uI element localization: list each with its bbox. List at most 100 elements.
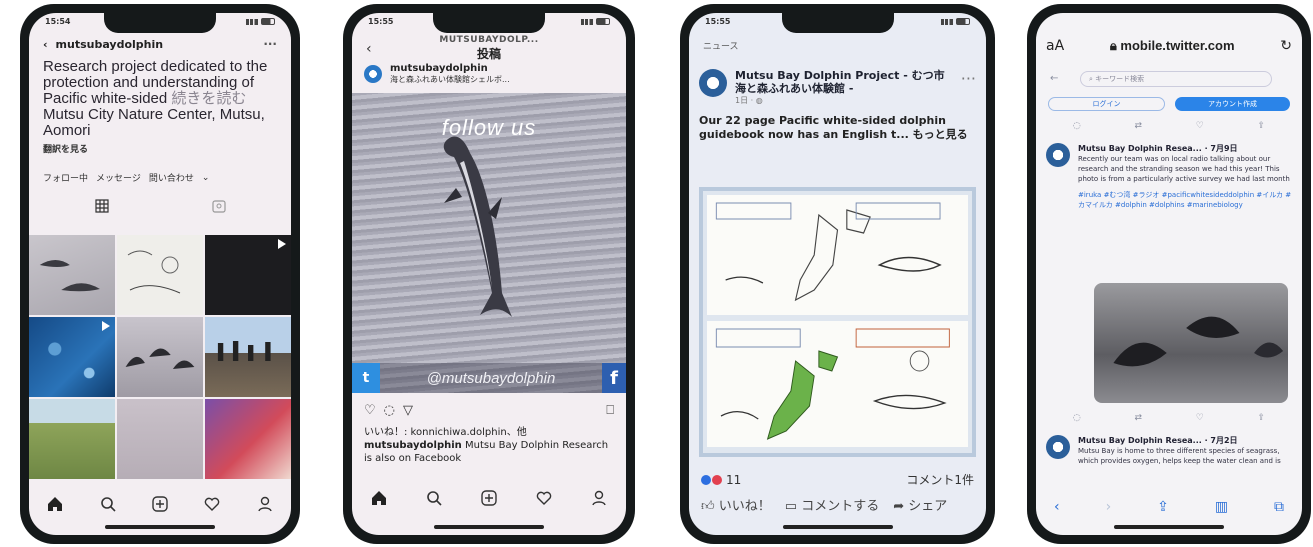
reader-aa-button[interactable]: aA <box>1046 38 1064 54</box>
bookmarks-icon[interactable]: ▥ <box>1215 499 1228 515</box>
post-image[interactable]: follow us t @mutsubaydolphin f <box>352 93 626 393</box>
tweet-author: Mutsu Bay Dolphin Resea... · 7月2日 <box>1078 436 1238 445</box>
reply-icon[interactable]: ◌ <box>1073 121 1081 131</box>
phone-screen: 15:54 ‹ mutsubaydolphin ··· Research pro… <box>29 13 291 535</box>
caption-username[interactable]: mutsubaydolphin <box>364 440 462 451</box>
search-icon[interactable] <box>99 495 117 517</box>
back-icon[interactable]: ‹ <box>366 41 372 57</box>
page-name[interactable]: Mutsu Bay Dolphin Project - むつ市海と森ふれあい体験… <box>735 69 953 95</box>
bio-location: Mutsu City Nature Center, Mutsu, Aomori <box>43 106 265 139</box>
retweet-icon[interactable]: ⇄ <box>1134 413 1142 423</box>
phone-screen: aA 🔒︎ mobile.twitter.com ↻ ← ⌕ キーワード検索 ロ… <box>1036 13 1302 535</box>
post-thumbnail[interactable] <box>29 399 115 479</box>
avatar[interactable] <box>364 65 382 83</box>
post-grid <box>29 235 291 479</box>
post-image[interactable] <box>699 187 976 457</box>
tweet-hashtags[interactable]: #iruka #むつ湾 #ラジオ #pacificwhitesideddolph… <box>1078 190 1292 210</box>
share-icon[interactable]: ▽ <box>403 403 413 418</box>
home-icon[interactable] <box>46 495 64 517</box>
login-button[interactable]: ログイン <box>1048 97 1165 111</box>
back-icon[interactable]: ‹ <box>1054 499 1060 515</box>
heart-icon[interactable] <box>535 489 553 511</box>
post-stats: 11 コメント1件 <box>701 471 974 488</box>
post-thumbnail[interactable] <box>29 235 115 315</box>
post-time: 1日 · <box>735 96 756 105</box>
profile-icon[interactable] <box>256 495 274 517</box>
comment-icon[interactable]: ◌ <box>384 403 395 418</box>
reply-icon[interactable]: ◌ <box>1073 413 1081 423</box>
bookmark-icon[interactable]: ⎕ <box>606 403 614 418</box>
tweet[interactable]: Mutsu Bay Dolphin Resea... · 7月2日 Mutsu … <box>1046 435 1292 466</box>
post-thumbnail[interactable] <box>117 317 203 397</box>
post-thumbnail[interactable] <box>205 399 291 479</box>
post-thumbnail[interactable] <box>205 235 291 315</box>
home-indicator <box>1114 525 1224 529</box>
reaction-count[interactable]: 11 <box>726 473 741 487</box>
map-sketch <box>715 202 942 302</box>
like-label: いいね！ <box>718 499 771 514</box>
add-post-icon[interactable] <box>480 489 498 511</box>
home-icon[interactable] <box>370 489 388 511</box>
post-thumbnail[interactable] <box>117 235 203 315</box>
comment-button[interactable]: ▭ コメントする <box>785 495 879 514</box>
post-thumbnail[interactable] <box>117 399 203 479</box>
profile-icon[interactable] <box>590 489 608 511</box>
post-author[interactable]: mutsubaydolphin 海と森ふれあい体験館シェルボ... <box>364 63 614 85</box>
phone-screen: 15:55 ニュース Mutsu Bay Dolphin Project - む… <box>689 13 986 535</box>
share-icon[interactable]: ⇪ <box>1157 499 1169 515</box>
tweet[interactable]: Mutsu Bay Dolphin Resea... · 7月9日 Recent… <box>1046 143 1292 210</box>
more-icon[interactable]: ··· <box>961 69 976 88</box>
avatar[interactable] <box>1046 435 1070 459</box>
bio-more-link[interactable]: 続きを読む <box>171 90 246 107</box>
post-thumbnail[interactable] <box>29 317 115 397</box>
heart-icon[interactable] <box>203 495 221 517</box>
search-input[interactable]: ⌕ キーワード検索 <box>1080 71 1272 87</box>
translate-link[interactable]: 翻訳を見る <box>43 142 277 155</box>
reload-icon[interactable]: ↻ <box>1280 38 1292 54</box>
like-button[interactable]: 👍︎ いいね！ <box>701 495 771 514</box>
phone-screen: 15:55 ‹ MUTSUBAYDOLP... 投稿 mutsubaydolph… <box>352 13 626 535</box>
page-header: ニュース <box>703 42 739 52</box>
comment-count[interactable]: コメント1件 <box>906 471 974 488</box>
map-sketch <box>715 328 950 440</box>
avatar[interactable] <box>1046 143 1070 167</box>
share-button[interactable]: ➦ シェア <box>893 495 947 514</box>
browser-address-bar[interactable]: aA 🔒︎ mobile.twitter.com ↻ <box>1046 33 1292 59</box>
tweet-image[interactable] <box>1094 283 1288 403</box>
twitter-handle: @mutsubaydolphin <box>426 369 556 387</box>
share-icon[interactable]: ⇪ <box>1258 121 1266 131</box>
avatar[interactable] <box>699 69 727 97</box>
post-thumbnail[interactable] <box>205 317 291 397</box>
message-button[interactable]: メッセージ <box>96 169 141 186</box>
post-card: Mutsu Bay Dolphin Project - むつ市海と森ふれあい体験… <box>699 69 976 142</box>
grid-icon[interactable] <box>94 198 110 214</box>
retweet-icon[interactable]: ⇄ <box>1134 121 1142 131</box>
profile-username: mutsubaydolphin <box>55 37 164 51</box>
tweet-text: Recently our team was on local radio tal… <box>1078 155 1290 183</box>
likes-text[interactable]: いいね！: konnichiwa.dolphin、他 <box>364 423 618 438</box>
search-icon[interactable] <box>425 489 443 511</box>
tagged-icon[interactable] <box>211 198 227 214</box>
battery-icon <box>261 18 275 25</box>
like-icon[interactable]: ♡ <box>364 403 376 418</box>
phone-instagram-post: 15:55 ‹ MUTSUBAYDOLP... 投稿 mutsubaydolph… <box>343 4 635 544</box>
post-actions: 👍︎ いいね！ ▭ コメントする ➦ シェア <box>701 495 986 514</box>
tabs-icon[interactable]: ⧉ <box>1274 499 1284 515</box>
back-arrow-icon[interactable]: ← <box>1050 73 1058 84</box>
see-more-link[interactable]: もっと見る <box>913 128 968 141</box>
forward-icon[interactable]: › <box>1106 499 1112 515</box>
signup-button[interactable]: アカウント作成 <box>1175 97 1290 111</box>
tweet-actions-row: ◌ ⇄ ♡ ⇪ <box>1046 413 1292 423</box>
following-button[interactable]: フォロー中 <box>43 169 88 186</box>
tweet-actions-row: ◌ ⇄ ♡ ⇪ <box>1046 121 1292 131</box>
more-icon[interactable]: ··· <box>263 37 277 51</box>
chevron-down-icon[interactable]: ⌄ <box>202 171 210 185</box>
add-post-icon[interactable] <box>151 495 169 517</box>
like-icon[interactable]: ♡ <box>1196 413 1204 423</box>
contact-button[interactable]: 問い合わせ <box>149 169 194 186</box>
share-icon[interactable]: ⇪ <box>1258 413 1266 423</box>
globe-icon: ◍ <box>755 96 763 105</box>
like-icon[interactable]: ♡ <box>1196 121 1204 131</box>
back-icon[interactable]: ‹ <box>43 38 48 51</box>
phone-notch <box>104 13 216 33</box>
